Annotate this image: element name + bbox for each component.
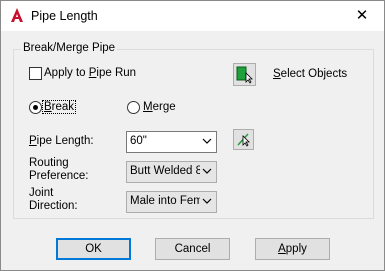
joint-direction-combo[interactable]: Male into Fem <box>126 191 217 213</box>
group-label: Break/Merge Pipe <box>21 42 118 54</box>
pipe-length-dialog: Pipe Length ✕ Break/Merge Pipe Apply to … <box>0 0 385 271</box>
radio-selected-dot <box>33 105 38 110</box>
select-objects-icon <box>236 66 253 84</box>
apply-to-pipe-run-label[interactable]: Apply to Pipe Run <box>44 67 136 79</box>
joint-label-line2: Direction: <box>29 200 78 212</box>
apply-to-pipe-run-checkbox[interactable] <box>29 67 42 80</box>
close-icon: ✕ <box>355 7 369 24</box>
ok-button[interactable]: OK <box>56 238 131 260</box>
pipe-length-value: 60" <box>130 135 147 147</box>
joint-direction-label: Joint Direction: <box>29 187 78 213</box>
break-radio-label[interactable]: Break <box>42 100 77 114</box>
chevron-down-icon <box>202 198 212 204</box>
routing-preference-label: Routing Preference: <box>29 157 88 183</box>
joint-label-line1: Joint <box>29 187 54 199</box>
chevron-down-icon <box>202 138 212 144</box>
merge-radio-label[interactable]: Merge <box>143 101 176 113</box>
merge-radio[interactable] <box>127 101 140 114</box>
routing-label-line1: Routing <box>29 157 69 169</box>
routing-label-line2: Preference: <box>29 170 89 182</box>
routing-preference-value: Butt Welded 8 <box>130 165 200 177</box>
autocad-app-icon <box>11 8 23 22</box>
pipe-length-label: Pipe Length: <box>29 135 94 147</box>
close-button[interactable]: ✕ <box>340 1 384 31</box>
title-bar[interactable]: Pipe Length ✕ <box>1 1 384 31</box>
apply-button[interactable]: Apply <box>255 238 330 260</box>
pick-length-button[interactable] <box>233 129 254 150</box>
break-radio[interactable] <box>29 101 42 114</box>
cancel-button[interactable]: Cancel <box>155 238 230 260</box>
pipe-length-combo[interactable]: 60" <box>126 131 217 153</box>
routing-preference-combo[interactable]: Butt Welded 8 <box>126 161 217 183</box>
joint-direction-value: Male into Fem <box>130 195 200 207</box>
chevron-down-icon <box>202 168 212 174</box>
pick-point-icon <box>237 133 250 147</box>
select-objects-label[interactable]: Select Objects <box>273 68 347 80</box>
select-objects-button[interactable] <box>233 63 256 86</box>
window-title: Pipe Length <box>31 9 98 23</box>
